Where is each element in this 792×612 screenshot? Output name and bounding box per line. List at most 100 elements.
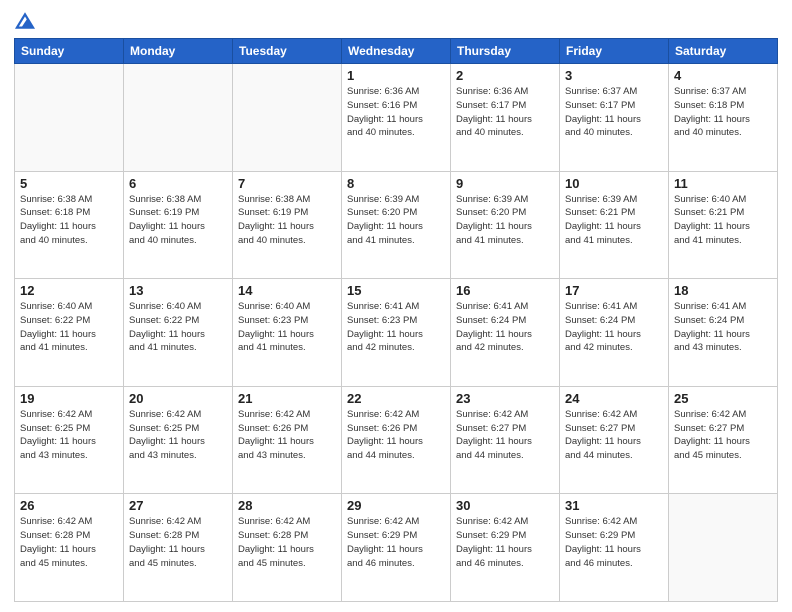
day-info: Sunrise: 6:39 AM Sunset: 6:21 PM Dayligh… (565, 193, 663, 248)
day-number: 17 (565, 283, 663, 298)
day-info: Sunrise: 6:42 AM Sunset: 6:25 PM Dayligh… (20, 408, 118, 463)
day-number: 1 (347, 68, 445, 83)
day-info: Sunrise: 6:42 AM Sunset: 6:25 PM Dayligh… (129, 408, 227, 463)
calendar-cell (233, 64, 342, 172)
day-info: Sunrise: 6:42 AM Sunset: 6:26 PM Dayligh… (347, 408, 445, 463)
calendar-cell: 8Sunrise: 6:39 AM Sunset: 6:20 PM Daylig… (342, 171, 451, 279)
week-row-1: 1 Sunrise: 6:36 AM Sunset: 6:16 PM Daylig… (15, 64, 778, 172)
calendar-cell: 24Sunrise: 6:42 AM Sunset: 6:27 PM Dayli… (560, 386, 669, 494)
day-number: 22 (347, 391, 445, 406)
day-info: Sunrise: 6:37 AM Sunset: 6:18 PM Dayligh… (674, 85, 772, 140)
day-info: Sunrise: 6:42 AM Sunset: 6:28 PM Dayligh… (129, 515, 227, 570)
logo-icon (14, 10, 36, 32)
day-number: 21 (238, 391, 336, 406)
week-row-3: 12 Sunrise: 6:40 AM Sunset: 6:22 PM Dayli… (15, 279, 778, 387)
day-number: 19 (20, 391, 118, 406)
weekday-header-friday: Friday (560, 39, 669, 64)
week-row-2: 5Sunrise: 6:38 AM Sunset: 6:18 PM Daylig… (15, 171, 778, 279)
page: SundayMondayTuesdayWednesdayThursdayFrid… (0, 0, 792, 612)
calendar-cell: 17 Sunrise: 6:41 AM Sunset: 6:24 PM Dayli… (560, 279, 669, 387)
calendar-cell: 18 Sunrise: 6:41 AM Sunset: 6:24 PM Dayli… (669, 279, 778, 387)
day-info: Sunrise: 6:40 AM Sunset: 6:22 PM Dayligh… (20, 300, 118, 355)
day-number: 24 (565, 391, 663, 406)
day-number: 27 (129, 498, 227, 513)
calendar-cell: 14 Sunrise: 6:40 AM Sunset: 6:23 PM Dayli… (233, 279, 342, 387)
calendar-cell: 5Sunrise: 6:38 AM Sunset: 6:18 PM Daylig… (15, 171, 124, 279)
day-info: Sunrise: 6:42 AM Sunset: 6:29 PM Dayligh… (456, 515, 554, 570)
day-info: Sunrise: 6:41 AM Sunset: 6:24 PM Dayligh… (565, 300, 663, 355)
day-number: 7 (238, 176, 336, 191)
day-number: 2 (456, 68, 554, 83)
calendar-cell (124, 64, 233, 172)
calendar-cell: 31Sunrise: 6:42 AM Sunset: 6:29 PM Dayli… (560, 494, 669, 602)
day-number: 9 (456, 176, 554, 191)
day-number: 6 (129, 176, 227, 191)
day-number: 23 (456, 391, 554, 406)
calendar-cell: 28 Sunrise: 6:42 AM Sunset: 6:28 PM Dayli… (233, 494, 342, 602)
calendar-cell: 22 Sunrise: 6:42 AM Sunset: 6:26 PM Dayli… (342, 386, 451, 494)
day-number: 28 (238, 498, 336, 513)
day-number: 31 (565, 498, 663, 513)
calendar-cell: 19 Sunrise: 6:42 AM Sunset: 6:25 PM Dayli… (15, 386, 124, 494)
calendar-cell: 2 Sunrise: 6:36 AM Sunset: 6:17 PM Daylig… (451, 64, 560, 172)
day-number: 12 (20, 283, 118, 298)
day-info: Sunrise: 6:39 AM Sunset: 6:20 PM Dayligh… (456, 193, 554, 248)
calendar-cell: 15 Sunrise: 6:41 AM Sunset: 6:23 PM Dayli… (342, 279, 451, 387)
day-info: Sunrise: 6:36 AM Sunset: 6:16 PM Dayligh… (347, 85, 445, 140)
calendar-cell: 3 Sunrise: 6:37 AM Sunset: 6:17 PM Daylig… (560, 64, 669, 172)
day-info: Sunrise: 6:41 AM Sunset: 6:24 PM Dayligh… (674, 300, 772, 355)
day-number: 4 (674, 68, 772, 83)
day-info: Sunrise: 6:40 AM Sunset: 6:21 PM Dayligh… (674, 193, 772, 248)
calendar-cell: 1 Sunrise: 6:36 AM Sunset: 6:16 PM Daylig… (342, 64, 451, 172)
weekday-header-tuesday: Tuesday (233, 39, 342, 64)
day-number: 25 (674, 391, 772, 406)
day-info: Sunrise: 6:42 AM Sunset: 6:27 PM Dayligh… (674, 408, 772, 463)
day-info: Sunrise: 6:42 AM Sunset: 6:28 PM Dayligh… (20, 515, 118, 570)
day-info: Sunrise: 6:41 AM Sunset: 6:23 PM Dayligh… (347, 300, 445, 355)
day-number: 18 (674, 283, 772, 298)
weekday-header-monday: Monday (124, 39, 233, 64)
calendar-cell (15, 64, 124, 172)
logo (14, 10, 42, 32)
day-number: 14 (238, 283, 336, 298)
day-number: 15 (347, 283, 445, 298)
calendar-cell: 20 Sunrise: 6:42 AM Sunset: 6:25 PM Dayli… (124, 386, 233, 494)
day-number: 29 (347, 498, 445, 513)
day-info: Sunrise: 6:42 AM Sunset: 6:27 PM Dayligh… (456, 408, 554, 463)
day-number: 16 (456, 283, 554, 298)
calendar-cell: 12 Sunrise: 6:40 AM Sunset: 6:22 PM Dayli… (15, 279, 124, 387)
calendar-cell: 7 Sunrise: 6:38 AM Sunset: 6:19 PM Daylig… (233, 171, 342, 279)
day-number: 13 (129, 283, 227, 298)
calendar-cell: 9 Sunrise: 6:39 AM Sunset: 6:20 PM Daylig… (451, 171, 560, 279)
day-number: 20 (129, 391, 227, 406)
calendar-cell: 29 Sunrise: 6:42 AM Sunset: 6:29 PM Dayli… (342, 494, 451, 602)
calendar-cell: 30 Sunrise: 6:42 AM Sunset: 6:29 PM Dayli… (451, 494, 560, 602)
calendar-cell: 21 Sunrise: 6:42 AM Sunset: 6:26 PM Dayli… (233, 386, 342, 494)
calendar-table: SundayMondayTuesdayWednesdayThursdayFrid… (14, 38, 778, 602)
calendar-cell: 23 Sunrise: 6:42 AM Sunset: 6:27 PM Dayli… (451, 386, 560, 494)
weekday-header-thursday: Thursday (451, 39, 560, 64)
day-info: Sunrise: 6:36 AM Sunset: 6:17 PM Dayligh… (456, 85, 554, 140)
day-number: 11 (674, 176, 772, 191)
day-info: Sunrise: 6:42 AM Sunset: 6:28 PM Dayligh… (238, 515, 336, 570)
day-info: Sunrise: 6:42 AM Sunset: 6:29 PM Dayligh… (347, 515, 445, 570)
day-info: Sunrise: 6:40 AM Sunset: 6:23 PM Dayligh… (238, 300, 336, 355)
calendar-cell: 6 Sunrise: 6:38 AM Sunset: 6:19 PM Daylig… (124, 171, 233, 279)
day-number: 3 (565, 68, 663, 83)
calendar-cell: 26 Sunrise: 6:42 AM Sunset: 6:28 PM Dayli… (15, 494, 124, 602)
day-number: 30 (456, 498, 554, 513)
day-info: Sunrise: 6:37 AM Sunset: 6:17 PM Dayligh… (565, 85, 663, 140)
weekday-header-wednesday: Wednesday (342, 39, 451, 64)
day-info: Sunrise: 6:42 AM Sunset: 6:26 PM Dayligh… (238, 408, 336, 463)
day-info: Sunrise: 6:41 AM Sunset: 6:24 PM Dayligh… (456, 300, 554, 355)
week-row-4: 19 Sunrise: 6:42 AM Sunset: 6:25 PM Dayli… (15, 386, 778, 494)
day-info: Sunrise: 6:38 AM Sunset: 6:19 PM Dayligh… (238, 193, 336, 248)
header (14, 10, 778, 32)
week-row-5: 26 Sunrise: 6:42 AM Sunset: 6:28 PM Dayli… (15, 494, 778, 602)
calendar-cell: 13Sunrise: 6:40 AM Sunset: 6:22 PM Dayli… (124, 279, 233, 387)
calendar-cell: 4 Sunrise: 6:37 AM Sunset: 6:18 PM Daylig… (669, 64, 778, 172)
day-info: Sunrise: 6:38 AM Sunset: 6:19 PM Dayligh… (129, 193, 227, 248)
day-number: 8 (347, 176, 445, 191)
day-number: 26 (20, 498, 118, 513)
calendar-cell (669, 494, 778, 602)
